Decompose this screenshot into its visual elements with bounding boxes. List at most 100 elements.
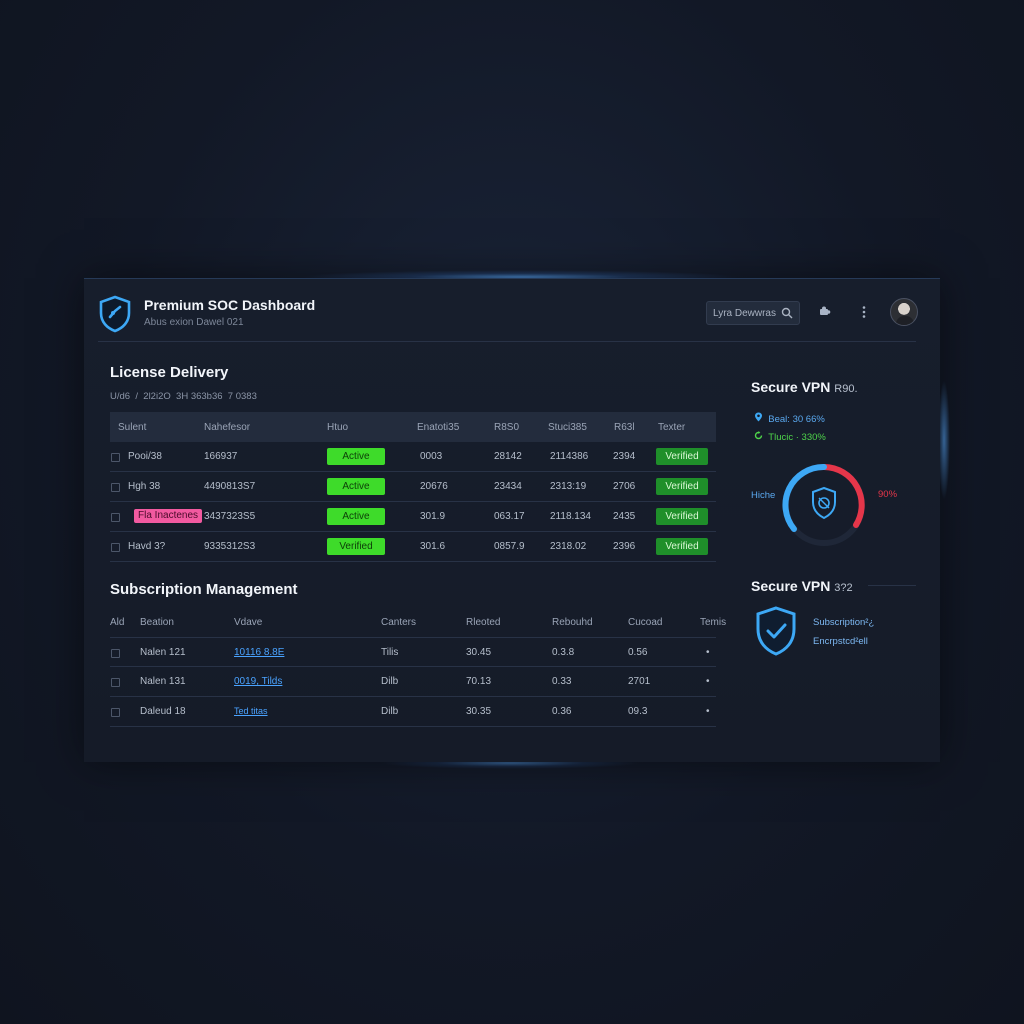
dashboard-panel: Premium SOC Dashboard Abus exion Dawel 0…: [84, 278, 940, 762]
cell: 301.9: [420, 511, 446, 522]
cell: 2318.02: [550, 541, 587, 552]
license-table-header: Sulent Nahefesor Htuo Enatoti35 R8S0 Stu…: [110, 412, 716, 442]
cell: 063.17: [494, 511, 525, 522]
cell: 2114386: [550, 451, 589, 462]
more-options-icon[interactable]: [856, 304, 872, 320]
row-menu[interactable]: •: [706, 647, 710, 658]
row-checkbox[interactable]: [111, 543, 120, 552]
column-header[interactable]: R8S0: [494, 422, 519, 433]
cell: 9335312S3: [204, 541, 256, 552]
license-section-title: License Delivery: [110, 364, 229, 381]
table-row[interactable]: Nalen 121 10116 8.8E Tilis 30.45 0.3.8 0…: [110, 637, 716, 667]
column-header[interactable]: Ald: [110, 617, 124, 628]
cell: Nalen 121: [140, 647, 186, 658]
status-badge: Active: [327, 448, 385, 465]
vpn-title-suffix: 3?2: [834, 582, 853, 594]
status-badge: Verified: [327, 538, 385, 555]
cell: 4490813S7: [204, 481, 256, 492]
row-checkbox[interactable]: [111, 483, 120, 492]
vpn-stat-row: Beal: 30 66%: [754, 412, 825, 425]
shield-gauge-icon: [812, 486, 836, 520]
gauge-left-label: Hiche: [751, 490, 776, 501]
cell: 301.6: [420, 541, 446, 552]
cell: Daleud 18: [140, 706, 186, 717]
breadcrumb-separator: /: [135, 391, 138, 402]
cell: 09.3: [628, 706, 648, 717]
cell: 2396: [613, 541, 636, 552]
cell: 20676: [420, 481, 448, 492]
puzzle-icon[interactable]: [816, 304, 832, 320]
vpn-stat-a: Beal: 30 66%: [768, 414, 825, 425]
row-link[interactable]: 10116 8.8E: [234, 647, 284, 658]
row-link[interactable]: 0019, Tilds: [234, 676, 282, 687]
row-checkbox[interactable]: [111, 678, 120, 687]
status-badge: Active: [327, 478, 385, 495]
column-header[interactable]: R63l: [614, 422, 635, 433]
cell: 3437323S5: [204, 511, 256, 522]
column-header[interactable]: Nahefesor: [204, 422, 250, 433]
table-row[interactable]: Daleud 18 Ted titas Dilb 30.35 0.36 09.3…: [110, 697, 716, 727]
vpn-title-suffix: R90.: [834, 383, 858, 395]
row-checkbox[interactable]: [111, 649, 120, 658]
breadcrumb-item[interactable]: 3H 363b36: [176, 391, 222, 402]
cell: 0.3.8: [552, 647, 575, 658]
breadcrumb-item[interactable]: 7 0383: [228, 391, 257, 402]
row-menu[interactable]: •: [706, 706, 710, 717]
table-row[interactable]: Nalen 131 0019, Tilds Dilb 70.13 0.33 27…: [110, 667, 716, 697]
cell: 30.35: [466, 706, 492, 717]
column-header[interactable]: Sulent: [118, 422, 146, 433]
search-input[interactable]: Lyra Dewwras: [706, 301, 800, 325]
vpn-stat-b: Tlucic · 330%: [768, 432, 826, 443]
cell: Dilb: [381, 676, 399, 687]
cell: 2435: [613, 511, 636, 522]
cell: Havd 3?: [128, 541, 166, 552]
location-pin-icon: [755, 412, 762, 422]
table-row[interactable]: Hgh 38 4490813S7 Active 20676 23434 2313…: [110, 472, 716, 502]
cell: 28142: [494, 451, 522, 462]
column-header[interactable]: Stuci385: [548, 422, 587, 433]
row-checkbox[interactable]: [111, 513, 120, 522]
column-header[interactable]: Vdave: [234, 617, 262, 628]
column-header[interactable]: Rleoted: [466, 617, 500, 628]
cell: Pooi/38: [128, 451, 162, 462]
inactive-badge: Fla Inactenes: [134, 509, 203, 523]
row-menu[interactable]: •: [706, 676, 710, 687]
vpn-encryption-label: Encrpstcd²ell: [813, 636, 868, 647]
avatar[interactable]: [890, 298, 918, 326]
column-header[interactable]: Rebouhd: [552, 617, 593, 628]
vpn-widget-title: Secure VPN R90.: [751, 379, 858, 395]
cell: 2701: [628, 676, 651, 687]
cell: 2394: [613, 451, 636, 462]
widget-divider: [868, 585, 916, 586]
column-header[interactable]: Enatoti35: [417, 422, 459, 433]
column-header[interactable]: Cucoad: [628, 617, 662, 628]
search-icon[interactable]: [781, 307, 793, 319]
app-subtitle: Abus exion Dawel 021: [144, 317, 244, 328]
column-header[interactable]: Texter: [658, 422, 685, 433]
table-row[interactable]: Fla Inactenes 3437323S5 Active 301.9 063…: [110, 502, 716, 532]
app-title: Premium SOC Dashboard: [144, 297, 316, 313]
table-row[interactable]: Havd 3? 9335312S3 Verified 301.6 0857.9 …: [110, 532, 716, 562]
breadcrumb-item[interactable]: U/d6: [110, 391, 130, 402]
verified-badge: Verified: [656, 448, 708, 465]
cell: 30.45: [466, 647, 492, 658]
cell: 0003: [420, 451, 443, 462]
cell: 23434: [494, 481, 522, 492]
column-header[interactable]: Temis: [700, 617, 726, 628]
breadcrumb-item[interactable]: 2l2i2O: [143, 391, 170, 402]
row-checkbox[interactable]: [111, 453, 120, 462]
status-badge: Active: [327, 508, 385, 525]
row-checkbox[interactable]: [111, 708, 120, 717]
vpn-title-text: Secure VPN: [751, 379, 831, 395]
subscription-section-title: Subscription Management: [110, 581, 298, 598]
column-header[interactable]: Beation: [140, 617, 174, 628]
vpn-stat-row: Tlucic · 330%: [754, 431, 826, 443]
column-header[interactable]: Htuo: [327, 422, 348, 433]
cell: 0857.9: [494, 541, 525, 552]
table-row[interactable]: Pooi/38 166937 Active 0003 28142 2114386…: [110, 442, 716, 472]
gauge-right-label: 90%: [878, 489, 898, 500]
row-link[interactable]: Ted titas: [234, 706, 268, 716]
column-header[interactable]: Canters: [381, 617, 416, 628]
cell: Tilis: [381, 647, 399, 658]
shield-logo-icon: [99, 295, 131, 333]
